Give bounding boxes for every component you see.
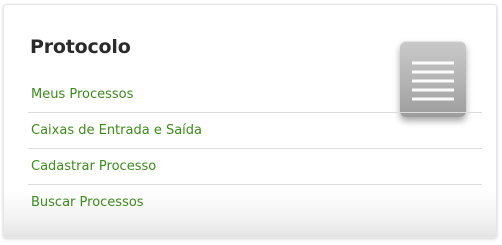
buscar-processos-link[interactable]: Buscar Processos xyxy=(31,195,144,211)
caixas-entrada-saida-link[interactable]: Caixas de Entrada e Saída xyxy=(31,123,202,139)
cadastrar-processo-link[interactable]: Cadastrar Processo xyxy=(31,159,156,175)
menu-item-cadastrar-processo: Cadastrar Processo xyxy=(28,149,482,185)
widget-title: Protocolo xyxy=(30,36,131,58)
menu-item-meus-processos: Meus Processos xyxy=(28,77,482,113)
protocolo-widget: Protocolo Meus Processos Caixas de Entra… xyxy=(3,4,497,238)
menu-item-buscar-processos: Buscar Processos xyxy=(28,185,482,221)
protocolo-menu: Meus Processos Caixas de Entrada e Saída… xyxy=(28,77,482,221)
menu-item-caixas-entrada-saida: Caixas de Entrada e Saída xyxy=(28,113,482,149)
meus-processos-link[interactable]: Meus Processos xyxy=(31,87,133,103)
